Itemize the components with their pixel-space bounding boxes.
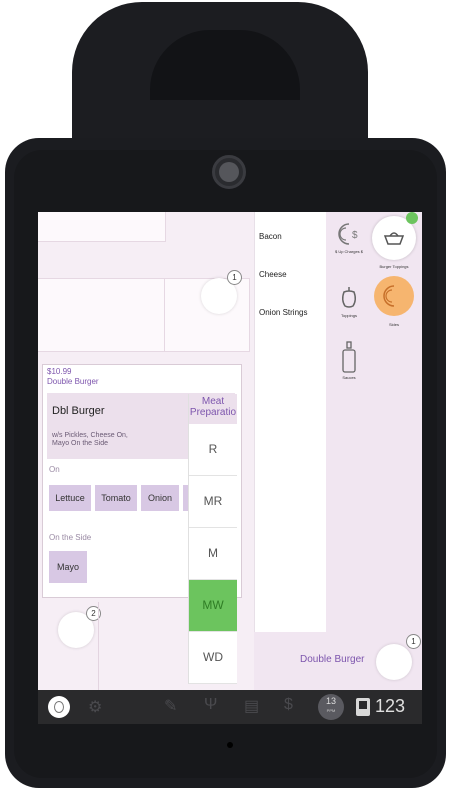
table-icon-inner	[359, 701, 367, 709]
item-short-name: Dbl Burger	[52, 405, 105, 417]
meat-header: Meat Preparatio	[189, 394, 237, 424]
home-icon	[54, 701, 64, 713]
pos-screen: 1 2 $10.99 Double Burger Dbl Burger w/s …	[38, 212, 422, 724]
seat-badge: 1	[227, 270, 242, 285]
category-label: Sides	[388, 322, 399, 327]
table-icon[interactable]	[356, 698, 370, 716]
table-number[interactable]: 123	[375, 696, 405, 717]
settings-icon[interactable]: ⚙	[88, 697, 102, 717]
list-item[interactable]: Bacon	[259, 232, 282, 241]
pepper-icon	[341, 287, 357, 308]
order-line-item[interactable]: Double Burger 1	[254, 632, 422, 690]
item-notes: w/s Pickles, Cheese On,	[52, 432, 128, 439]
list-item[interactable]: Cheese	[259, 270, 287, 279]
category-toppings[interactable]: Toppings	[328, 284, 370, 318]
camera-lens	[219, 162, 239, 182]
order-item-name: Double Burger	[300, 654, 365, 665]
item-price: $10.99	[47, 367, 72, 376]
bottle-icon	[342, 341, 356, 373]
seat-circle[interactable]	[376, 644, 412, 680]
category-burger-toppings[interactable]	[372, 212, 418, 260]
item-notes: Mayo On the Side	[52, 440, 109, 447]
receipt-icon[interactable]: ▤	[244, 696, 259, 716]
ticket-card[interactable]	[38, 278, 166, 352]
edit-note-icon[interactable]: ✎	[164, 696, 177, 716]
page-label: PPM	[326, 708, 336, 713]
utensils-icon[interactable]: Ψ	[204, 696, 217, 714]
meat-option-mr[interactable]: MR	[189, 476, 237, 528]
page-count: 13	[325, 696, 336, 706]
category-label: Toppings	[340, 313, 357, 318]
mod-chip-onion[interactable]: Onion	[141, 485, 179, 511]
mod-chip-mayo[interactable]: Mayo	[49, 551, 87, 583]
group-label-on: On	[49, 465, 60, 474]
category-label: Sauces	[342, 375, 356, 380]
fries-icon	[383, 285, 395, 307]
meat-preparation-column: Meat Preparatio R MR M MW WD	[188, 394, 237, 684]
ticket-card-top[interactable]	[38, 212, 166, 242]
meat-option-mw-selected[interactable]: MW	[189, 580, 237, 632]
category-label: Burger Toppings	[379, 264, 409, 269]
home-button[interactable]	[48, 696, 70, 718]
bottom-toolbar: ⚙ ✎ Ψ ▤ $ 13 PPM 123	[38, 690, 422, 724]
category-label: $ Up Charges $	[334, 249, 363, 254]
category-up-charges[interactable]: $ $ Up Charges $	[328, 220, 370, 254]
divider	[98, 602, 99, 690]
list-item[interactable]: Onion Strings	[259, 308, 307, 317]
meat-option-r[interactable]: R	[189, 424, 237, 476]
meat-header-line2: Preparatio	[189, 407, 237, 418]
group-label-side: On the Side	[49, 533, 92, 542]
category-sauces[interactable]: Sauces	[328, 340, 370, 380]
modifier-list: Bacon Cheese Onion Strings	[254, 212, 327, 632]
page-counter-button[interactable]: 13 PPM	[318, 694, 344, 720]
payment-icon[interactable]: $	[284, 696, 293, 714]
svg-text:$: $	[352, 230, 358, 241]
category-sides[interactable]	[374, 276, 414, 316]
seat-badge: 1	[406, 634, 421, 649]
bowl-icon	[383, 232, 405, 245]
selected-indicator	[406, 212, 418, 224]
item-name: Double Burger	[47, 377, 99, 386]
meat-option-wd[interactable]: WD	[189, 632, 237, 684]
mod-chip-lettuce[interactable]: Lettuce	[49, 485, 91, 511]
dollar-icon: $	[338, 223, 358, 245]
mod-chip-tomato[interactable]: Tomato	[95, 485, 137, 511]
meat-option-m[interactable]: M	[189, 528, 237, 580]
category-column: $ $ Up Charges $ Burger Toppings Topping…	[326, 212, 422, 632]
meat-header-line1: Meat	[201, 396, 225, 407]
case-screw	[227, 742, 233, 748]
